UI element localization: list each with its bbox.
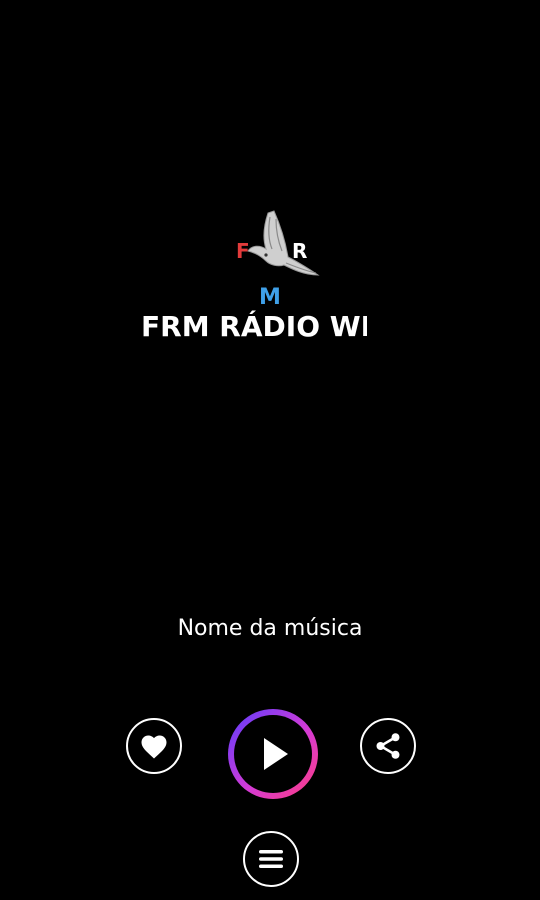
station-title: FRM RÁDIO WE xyxy=(141,310,367,343)
like-button[interactable] xyxy=(126,718,182,774)
dove-logo-icon: F R M xyxy=(236,210,320,310)
heart-icon xyxy=(139,732,169,760)
menu-icon xyxy=(257,847,285,871)
logo-letter-f: F xyxy=(236,239,250,263)
station-logo: F R M xyxy=(226,205,326,310)
menu-button[interactable] xyxy=(243,831,299,887)
logo-letter-r: R xyxy=(292,239,307,263)
share-icon xyxy=(373,731,403,761)
song-name: Nome da música xyxy=(177,616,363,641)
play-button[interactable] xyxy=(224,705,322,803)
share-button[interactable] xyxy=(360,718,416,774)
